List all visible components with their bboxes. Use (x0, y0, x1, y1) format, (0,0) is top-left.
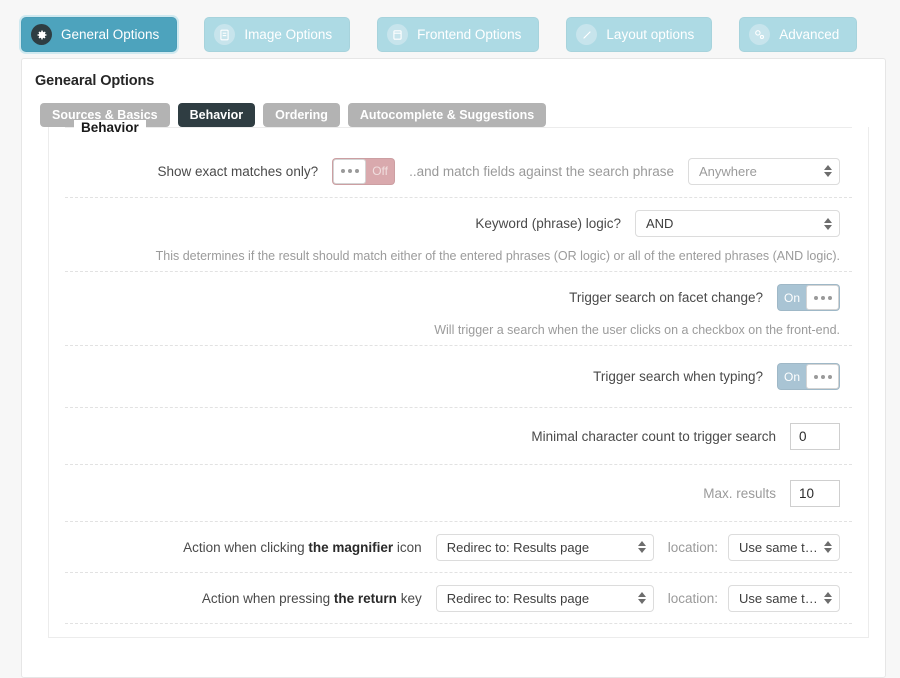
tab-frontend-options[interactable]: Frontend Options (377, 17, 539, 52)
chevron-updown-icon (638, 541, 646, 553)
toggle-knob (806, 285, 839, 310)
max-results-input[interactable]: 10 (790, 480, 840, 507)
magnifier-location-label: location: (668, 540, 718, 555)
magnifier-action-label: Action when clicking the magnifier icon (183, 540, 422, 555)
max-results-label: Max. results (703, 486, 776, 501)
toggle-state-label: Off (366, 164, 394, 178)
match-fields-label: ..and match fields against the search ph… (409, 164, 674, 179)
keyword-logic-helper: This determines if the result should mat… (65, 249, 852, 271)
gear-icon (31, 24, 52, 45)
tab-image-options[interactable]: Image Options (204, 17, 350, 52)
keyword-logic-select[interactable]: AND (635, 210, 840, 237)
return-key-location-label: location: (668, 591, 718, 606)
options-panel: Genearal Options Sources & Basics Behavi… (21, 58, 886, 678)
chevron-updown-icon (824, 165, 832, 177)
main-tab-bar: General Options Image Options Frontend O… (0, 0, 900, 52)
magnifier-action-select[interactable]: Redirec to: Results page (436, 534, 654, 561)
row-magnifier-action: Action when clicking the magnifier icon … (65, 521, 852, 572)
keyword-logic-label: Keyword (phrase) logic? (475, 216, 621, 231)
row-return-key-action: Action when pressing the return key Redi… (65, 572, 852, 623)
chevron-updown-icon (824, 592, 832, 604)
toggle-state-label: On (778, 370, 806, 384)
match-fields-select[interactable]: Anywhere (688, 158, 840, 185)
page-title: Genearal Options (22, 59, 885, 89)
exact-matches-label: Show exact matches only? (158, 164, 319, 179)
return-key-location-select[interactable]: Use same tab (728, 585, 840, 612)
chevron-updown-icon (824, 218, 832, 230)
behavior-fieldset: Behavior Show exact matches only? Off ..… (48, 127, 869, 638)
return-key-action-value: Redirec to: Results page (447, 591, 589, 606)
legend-label: Behavior (74, 120, 146, 135)
facet-change-label: Trigger search on facet change? (569, 290, 763, 305)
return-key-action-label: Action when pressing the return key (202, 591, 422, 606)
facet-change-toggle[interactable]: On (777, 284, 840, 311)
magnifier-location-select[interactable]: Use same tab (728, 534, 840, 561)
tab-label: Advanced (779, 27, 839, 42)
min-char-count-label: Minimal character count to trigger searc… (531, 429, 776, 444)
tab-advanced[interactable]: Advanced (739, 17, 857, 52)
trigger-typing-label: Trigger search when typing? (593, 369, 763, 384)
tab-label: Image Options (244, 27, 332, 42)
exact-matches-toggle[interactable]: Off (332, 158, 395, 185)
toggle-knob (806, 364, 839, 389)
row-facet-change: Trigger search on facet change? On (65, 271, 852, 323)
min-char-count-input[interactable]: 0 (790, 423, 840, 450)
tab-general-options[interactable]: General Options (21, 17, 177, 52)
chevron-updown-icon (638, 592, 646, 604)
return-key-location-value: Use same tab (739, 591, 819, 606)
row-exact-matches: Show exact matches only? Off ..and match… (65, 145, 852, 197)
row-keyword-logic: Keyword (phrase) logic? AND (65, 197, 852, 249)
row-max-results: Max. results 10 (65, 464, 852, 521)
trigger-typing-toggle[interactable]: On (777, 363, 840, 390)
tab-label: General Options (61, 27, 159, 42)
row-trigger-typing: Trigger search when typing? On (65, 345, 852, 407)
toggle-state-label: On (778, 291, 806, 305)
pencil-icon (576, 24, 597, 45)
magnifier-location-value: Use same tab (739, 540, 819, 555)
tab-label: Frontend Options (417, 27, 521, 42)
chevron-updown-icon (824, 541, 832, 553)
toggle-knob (333, 159, 366, 184)
keyword-logic-value: AND (646, 216, 673, 231)
row-min-char-count: Minimal character count to trigger searc… (65, 407, 852, 464)
window-icon (387, 24, 408, 45)
match-fields-value: Anywhere (699, 164, 757, 179)
tab-layout-options[interactable]: Layout options (566, 17, 712, 52)
tab-label: Layout options (606, 27, 694, 42)
magnifier-action-value: Redirec to: Results page (447, 540, 589, 555)
image-icon (214, 24, 235, 45)
settings-icon (749, 24, 770, 45)
facet-change-helper: Will trigger a search when the user clic… (65, 323, 852, 345)
row-bottom-separator (65, 623, 852, 629)
fieldset-legend: Behavior (65, 118, 852, 136)
return-key-action-select[interactable]: Redirec to: Results page (436, 585, 654, 612)
